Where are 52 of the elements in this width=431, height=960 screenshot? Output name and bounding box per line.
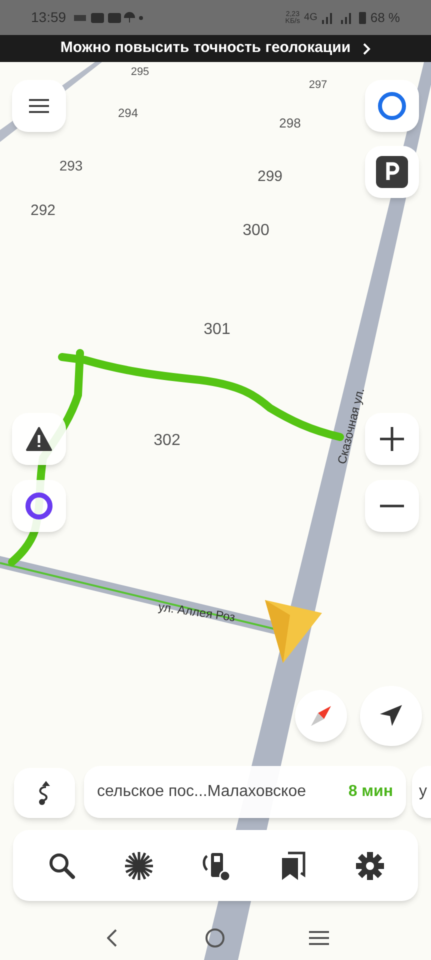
battery-icon <box>359 11 366 24</box>
street-label: ул. Аллея Роз <box>157 598 236 626</box>
search-icon <box>48 852 76 880</box>
ring-icon <box>376 90 408 122</box>
house-number: 292 <box>30 200 56 221</box>
house-number: 300 <box>242 221 270 241</box>
house-number: 294 <box>118 105 138 122</box>
house-number: 299 <box>257 166 283 187</box>
menu-icon <box>29 99 49 113</box>
circle-button[interactable] <box>12 480 66 532</box>
warning-icon <box>26 427 52 451</box>
settings-icon <box>354 850 386 882</box>
route-card[interactable]: сельское пос...Малаховское 8 мин <box>84 766 406 818</box>
umbrella-icon <box>124 12 136 23</box>
geolocation-banner[interactable]: Можно повысить точность геолокации <box>0 35 431 62</box>
parking-button[interactable] <box>365 146 419 198</box>
circle-icon <box>24 491 54 521</box>
menu-button[interactable] <box>12 80 66 132</box>
back-icon <box>106 928 117 946</box>
network-type: 4G <box>304 11 318 25</box>
route-button[interactable] <box>14 768 75 818</box>
clock: 13:59 <box>31 8 66 27</box>
road-alert-button[interactable] <box>12 413 66 465</box>
battery-level: 68 % <box>370 8 400 27</box>
compass-button[interactable] <box>295 690 347 742</box>
zoom-in-button[interactable] <box>365 413 419 465</box>
assistant-button[interactable] <box>365 80 419 132</box>
recent-apps-icon <box>309 930 330 944</box>
burst-icon <box>122 850 154 882</box>
compass-icon <box>310 705 332 727</box>
house-number: 297 <box>308 78 328 93</box>
parking-icon <box>376 156 408 188</box>
chevron-right-icon <box>362 42 371 54</box>
route-card-text: у <box>419 782 427 802</box>
minus-icon <box>380 504 404 508</box>
video-icon <box>91 12 104 22</box>
video-icon <box>108 12 122 22</box>
navigation-arrow-icon <box>379 704 403 728</box>
route-card[interactable]: у <box>412 766 431 818</box>
position-arrow <box>265 600 322 663</box>
travel-time: 8 мин <box>348 782 393 802</box>
zoom-out-button[interactable] <box>365 480 419 532</box>
my-location-button[interactable] <box>360 686 422 746</box>
house-number: 293 <box>59 156 83 176</box>
house-number: 298 <box>279 114 301 132</box>
house-number: 302 <box>154 431 180 451</box>
house-number: 301 <box>204 320 230 340</box>
bookmarks-icon <box>280 850 306 880</box>
destination-name: сельское пос...Малаховское <box>97 782 306 802</box>
plus-icon <box>380 427 404 451</box>
house-number: 295 <box>130 64 150 80</box>
home-icon <box>205 928 226 948</box>
